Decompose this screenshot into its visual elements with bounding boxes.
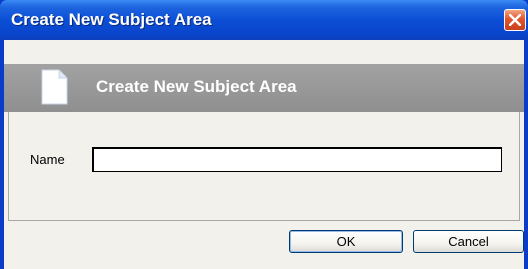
header-title: Create New Subject Area — [96, 77, 297, 96]
document-icon — [41, 69, 68, 105]
title-bar[interactable]: Create New Subject Area — [0, 0, 528, 40]
ok-button[interactable]: OK — [289, 230, 403, 253]
name-label: Name — [30, 152, 65, 167]
close-button[interactable] — [504, 9, 526, 31]
close-icon — [509, 14, 521, 26]
name-input[interactable] — [92, 147, 502, 172]
dialog-body: Create New Subject Area Name OK Cancel — [4, 40, 524, 269]
cancel-button[interactable]: Cancel — [413, 230, 524, 253]
dialog-window: Create New Subject Area Create New Subje… — [0, 0, 528, 269]
dialog-header: Create New Subject Area — [4, 64, 524, 112]
window-title: Create New Subject Area — [11, 10, 212, 29]
